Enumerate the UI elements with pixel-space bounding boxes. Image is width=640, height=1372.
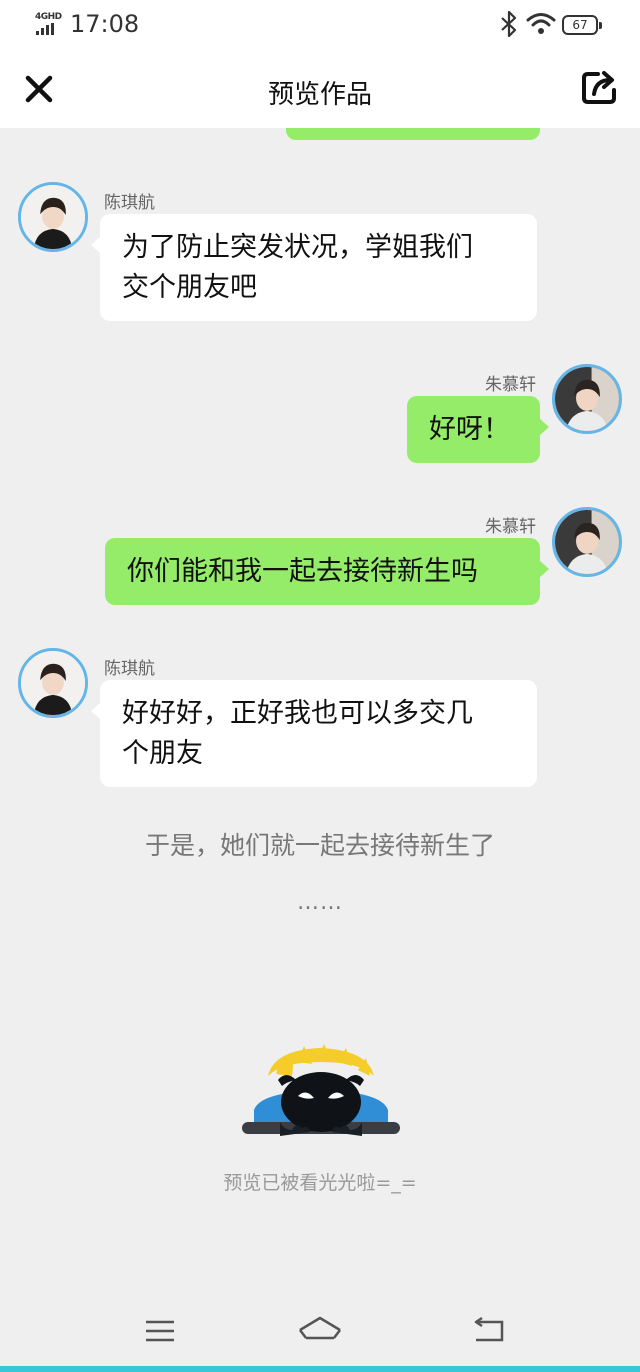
bluetooth-icon (501, 10, 517, 38)
page-title: 预览作品 (267, 80, 372, 110)
bottom-accent-bar (0, 1366, 640, 1372)
avatar-sender-right[interactable] (552, 364, 622, 434)
avatar-sender-left[interactable] (18, 648, 88, 718)
message-text-line: 交个朋友吧 (122, 272, 257, 303)
avatar-sender-left[interactable] (18, 182, 88, 252)
message-text-line: 个朋友 (122, 738, 203, 769)
sender-name: 朱慕轩 (485, 517, 536, 537)
sender-name: 朱慕轩 (485, 375, 536, 395)
narration-text: 于是，她们就一起去接待新生了 (144, 831, 495, 860)
message-bubble-partial (286, 128, 540, 140)
message-text-line: 好呀！ (429, 414, 510, 445)
title-bar: 预览作品 (0, 52, 640, 128)
navigation-bar (0, 1290, 640, 1372)
message-bubble[interactable]: 你们能和我一起去接待新生吗 (105, 538, 549, 605)
sender-name: 陈琪航 (104, 193, 155, 213)
message-text-line: 好好好，正好我也可以多交几 (122, 698, 473, 729)
message-bubble[interactable]: 好好好，正好我也可以多交几 个朋友 (91, 680, 537, 787)
message-text-line: 你们能和我一起去接待新生吗 (127, 556, 478, 587)
back-icon[interactable] (464, 1314, 512, 1348)
clock: 17:08 (70, 10, 140, 38)
signal-icon: 4GHD (34, 12, 64, 36)
share-icon[interactable] (578, 68, 622, 108)
wifi-icon (526, 13, 556, 34)
mascot-icon (242, 1044, 400, 1136)
home-icon[interactable] (296, 1314, 344, 1348)
message-text-line: 为了防止突发状况，学姐我们 (122, 232, 473, 263)
message-bubble[interactable]: 为了防止突发状况，学姐我们 交个朋友吧 (91, 214, 537, 321)
menu-icon[interactable] (136, 1314, 184, 1348)
network-type: 4GHD (35, 12, 62, 22)
ellipsis-text: …… (297, 890, 343, 915)
end-of-preview-text: 预览已被看光光啦=_= (223, 1172, 417, 1194)
status-bar: 4GHD 17:08 67 (0, 0, 640, 52)
battery-icon: 67 (562, 15, 602, 35)
avatar-sender-right[interactable] (552, 507, 622, 577)
message-bubble[interactable]: 好呀！ (407, 396, 549, 463)
sender-name: 陈琪航 (104, 659, 155, 679)
